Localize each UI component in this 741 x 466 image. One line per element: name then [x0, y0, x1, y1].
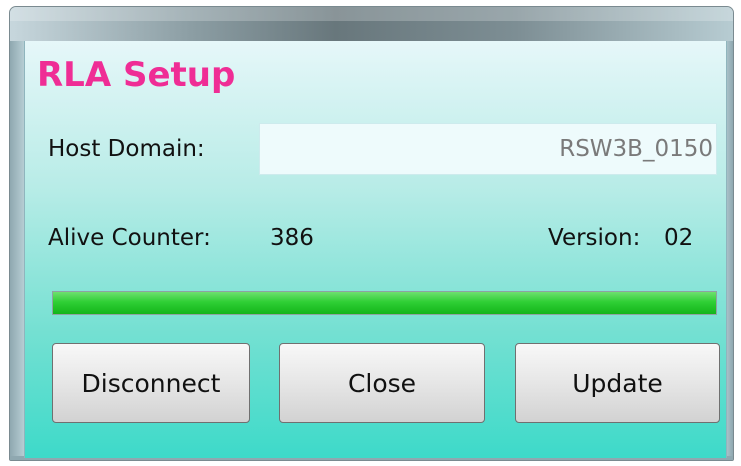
- desktop-screen: RLA Setup Host Domain: Alive Counter: 38…: [0, 0, 741, 466]
- window-title-bar: [10, 7, 733, 41]
- update-button[interactable]: Update: [515, 343, 720, 423]
- alive-counter-label: Alive Counter:: [48, 225, 211, 251]
- connection-progress-fill: [53, 292, 716, 314]
- version-value: 02: [664, 225, 694, 251]
- rla-setup-window: RLA Setup Host Domain: Alive Counter: 38…: [9, 6, 734, 461]
- rla-setup-panel: RLA Setup Host Domain: Alive Counter: 38…: [24, 41, 727, 458]
- connection-progress-bar: [52, 291, 717, 315]
- close-button[interactable]: Close: [279, 343, 485, 423]
- alive-counter-value: 386: [270, 225, 314, 251]
- version-label: Version:: [548, 225, 641, 251]
- host-domain-field[interactable]: [259, 123, 717, 175]
- disconnect-button[interactable]: Disconnect: [52, 343, 250, 423]
- host-domain-label: Host Domain:: [48, 136, 205, 162]
- window-left-border: [10, 41, 24, 460]
- page-title: RLA Setup: [37, 55, 236, 95]
